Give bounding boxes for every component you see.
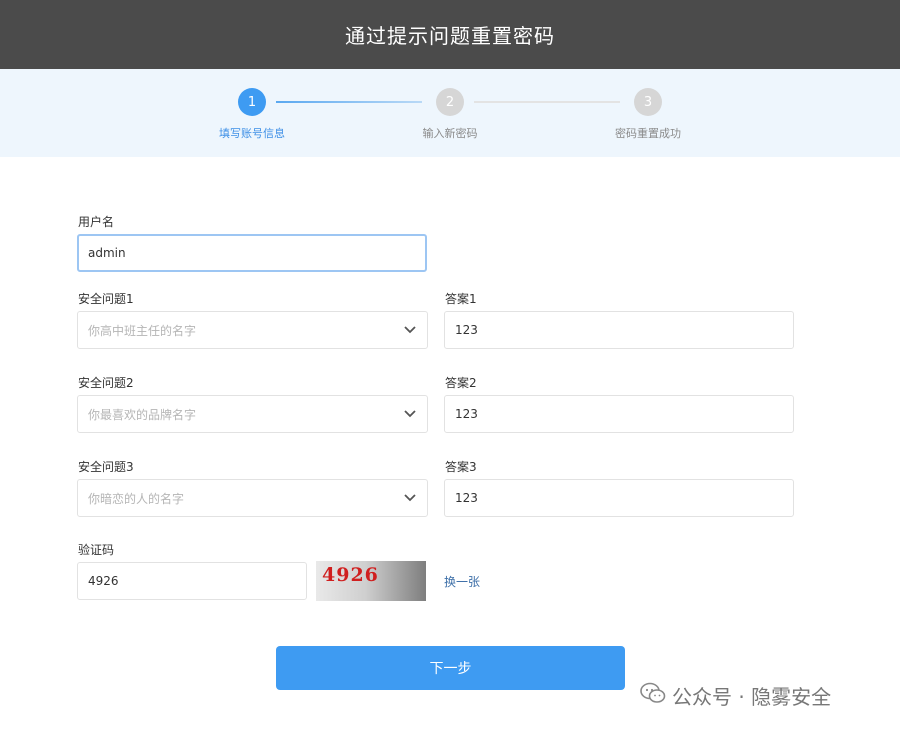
question-1-label: 安全问题1 — [78, 292, 134, 306]
step-3-circle: 3 — [634, 88, 662, 116]
answer-3-input[interactable]: 123 — [444, 479, 794, 517]
captcha-label: 验证码 — [78, 543, 115, 557]
page-title: 通过提示问题重置密码 — [345, 24, 555, 48]
username-label: 用户名 — [78, 215, 115, 229]
answer-1-value: 123 — [455, 323, 478, 337]
captcha-image[interactable]: 4926 — [316, 561, 426, 601]
captcha-value: 4926 — [88, 574, 119, 588]
step-1-label: 填写账号信息 — [219, 127, 285, 140]
question-3-value: 你暗恋的人的名字 — [88, 491, 185, 506]
username-value: admin — [88, 246, 126, 260]
step-connector-1 — [276, 101, 422, 103]
step-3-label: 密码重置成功 — [615, 127, 681, 140]
question-1-value: 你高中班主任的名字 — [88, 323, 197, 338]
step-2-circle: 2 — [436, 88, 464, 116]
answer-2-label: 答案2 — [445, 376, 477, 390]
question-2-value: 你最喜欢的品牌名字 — [88, 407, 197, 422]
question-2-label: 安全问题2 — [78, 376, 134, 390]
chevron-down-icon — [403, 491, 417, 505]
progress-steps: 1 2 3 填写账号信息 输入新密码 密码重置成功 — [0, 69, 900, 157]
next-step-button[interactable]: 下一步 — [276, 646, 625, 690]
step-2-label: 输入新密码 — [422, 127, 478, 140]
answer-2-input[interactable]: 123 — [444, 395, 794, 433]
question-2-select[interactable]: 你最喜欢的品牌名字 — [77, 395, 428, 433]
answer-1-input[interactable]: 123 — [444, 311, 794, 349]
answer-3-value: 123 — [455, 491, 478, 505]
captcha-image-text: 4926 — [322, 564, 379, 586]
chevron-down-icon — [403, 323, 417, 337]
step-connector-2 — [474, 101, 620, 103]
watermark-text: 公众号 · 隐雾安全 — [672, 684, 832, 709]
answer-3-label: 答案3 — [445, 460, 477, 474]
question-1-select[interactable]: 你高中班主任的名字 — [77, 311, 428, 349]
wechat-icon — [640, 682, 666, 709]
refresh-captcha-link[interactable]: 换一张 — [444, 573, 480, 590]
question-3-select[interactable]: 你暗恋的人的名字 — [77, 479, 428, 517]
watermark: 公众号 · 隐雾安全 — [640, 680, 831, 710]
header-bar: 通过提示问题重置密码 — [0, 0, 900, 69]
chevron-down-icon — [403, 407, 417, 421]
answer-1-label: 答案1 — [445, 292, 477, 306]
captcha-input[interactable]: 4926 — [77, 562, 307, 600]
step-1-circle: 1 — [238, 88, 266, 116]
question-3-label: 安全问题3 — [78, 460, 134, 474]
username-input[interactable]: admin — [77, 234, 427, 272]
answer-2-value: 123 — [455, 407, 478, 421]
